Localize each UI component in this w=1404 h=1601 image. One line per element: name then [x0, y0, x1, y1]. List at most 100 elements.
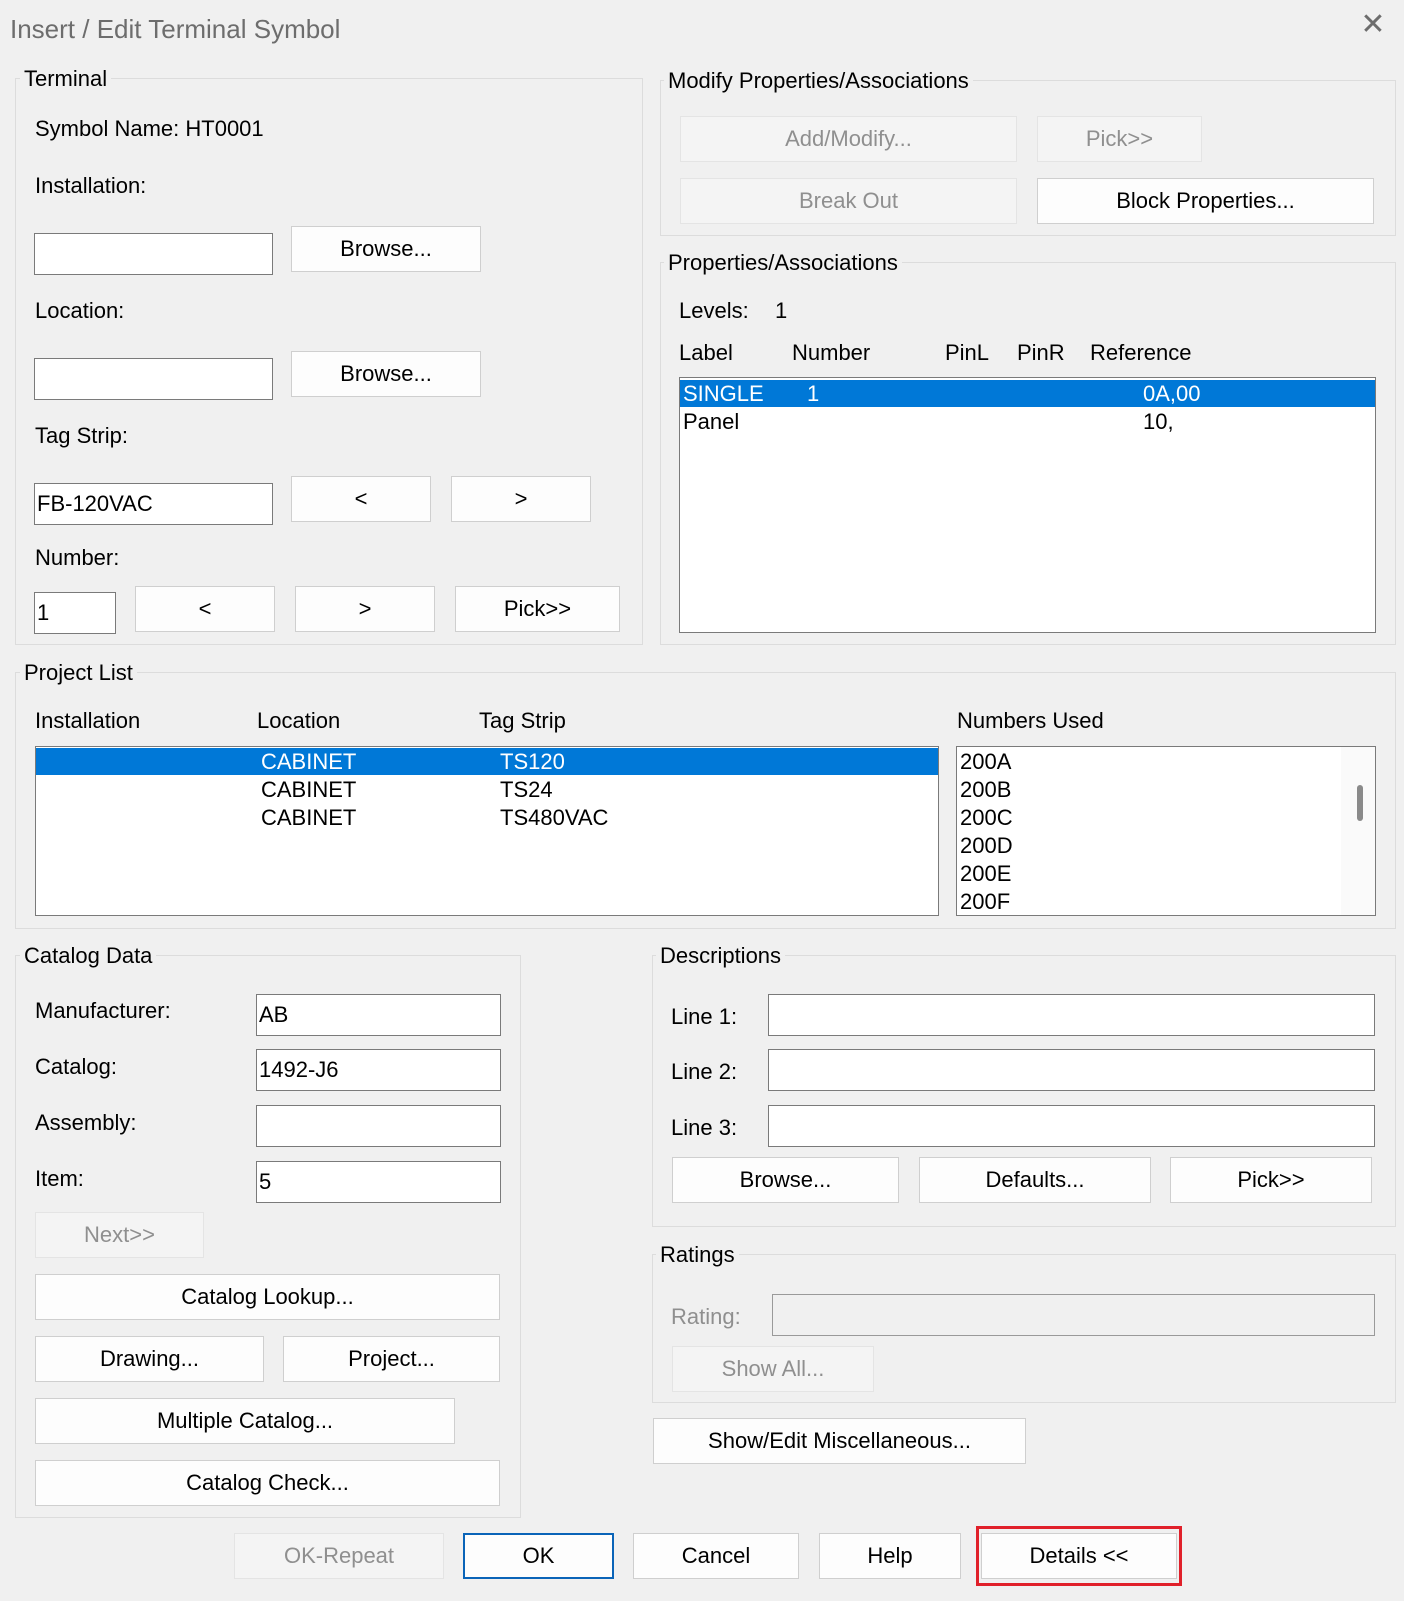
numbers-used-list[interactable]: 200A 200B 200C 200D 200E 200F [956, 746, 1376, 916]
levels-value: 1 [775, 298, 788, 323]
list-item[interactable]: 200D [957, 832, 1375, 859]
project-list-group-label: Project List [20, 660, 137, 686]
installation-field[interactable] [34, 233, 273, 275]
list-item[interactable]: 200F [957, 888, 1375, 915]
descriptions-group-label: Descriptions [656, 943, 786, 969]
modify-pick-button[interactable]: Pick>> [1037, 116, 1202, 162]
table-cell-location: CABINET [261, 805, 357, 830]
project-column-installation: Installation [35, 708, 141, 733]
numbers-used-label: Numbers Used [957, 708, 1104, 733]
defaults-button[interactable]: Defaults... [919, 1157, 1151, 1203]
table-cell-tag-strip: TS24 [500, 777, 553, 802]
list-item-text: 200A [960, 749, 1012, 774]
list-item[interactable]: SINGLE 1 0A,00 [680, 380, 1375, 407]
number-prev-button[interactable]: < [135, 586, 275, 632]
catalog-check-button[interactable]: Catalog Check... [35, 1460, 500, 1506]
location-label: Location: [35, 298, 125, 323]
list-item-label: Panel [683, 409, 740, 434]
column-header-pinl: PinL [945, 340, 990, 365]
number-field[interactable]: 1 [34, 592, 116, 634]
list-item-text: 200D [960, 833, 1013, 858]
properties-list[interactable]: SINGLE 1 0A,00 Panel 10, [679, 377, 1376, 633]
symbol-name: Symbol Name: HT0001 [35, 116, 264, 141]
location-field[interactable] [34, 358, 273, 400]
project-column-location: Location [257, 708, 341, 733]
block-properties-button[interactable]: Block Properties... [1037, 178, 1374, 224]
tag-strip-label: Tag Strip: [35, 423, 128, 448]
item-field[interactable]: 5 [256, 1161, 501, 1203]
list-item[interactable]: 200C [957, 804, 1375, 831]
table-cell-location: CABINET [261, 777, 357, 802]
properties-group-label: Properties/Associations [664, 250, 902, 276]
project-button[interactable]: Project... [283, 1336, 500, 1382]
list-item-reference: 0A,00 [1143, 381, 1201, 406]
help-button[interactable]: Help [819, 1533, 961, 1579]
list-item[interactable]: Panel 10, [680, 408, 1375, 435]
manufacturer-label: Manufacturer: [35, 998, 171, 1023]
item-label: Item: [35, 1166, 84, 1191]
column-header-reference: Reference [1090, 340, 1192, 365]
catalog-next-button[interactable]: Next>> [35, 1212, 204, 1258]
number-next-button[interactable]: > [295, 586, 435, 632]
project-list[interactable]: CABINET TS120 CABINET TS24 CABINET TS480… [35, 746, 939, 916]
tag-strip-prev-button[interactable]: < [291, 476, 431, 522]
line3-field[interactable] [768, 1105, 1375, 1147]
drawing-button[interactable]: Drawing... [35, 1336, 264, 1382]
ok-repeat-button[interactable]: OK-Repeat [234, 1533, 444, 1579]
table-cell-tag-strip: TS480VAC [500, 805, 609, 830]
installation-label: Installation: [35, 173, 147, 198]
show-all-button[interactable]: Show All... [672, 1346, 874, 1392]
table-row[interactable]: CABINET TS120 [36, 748, 938, 775]
line3-label: Line 3: [671, 1115, 738, 1140]
show-edit-misc-button[interactable]: Show/Edit Miscellaneous... [653, 1418, 1026, 1464]
number-pick-button[interactable]: Pick>> [455, 586, 620, 632]
line1-label: Line 1: [671, 1004, 738, 1029]
catalog-group-label: Catalog Data [20, 943, 157, 969]
catalog-label: Catalog: [35, 1054, 117, 1079]
cancel-button[interactable]: Cancel [633, 1533, 799, 1579]
list-item-reference: 10, [1143, 409, 1174, 434]
installation-browse-button[interactable]: Browse... [291, 226, 481, 272]
tag-strip-next-button[interactable]: > [451, 476, 591, 522]
table-cell-tag-strip: TS120 [500, 749, 565, 774]
ratings-group-label: Ratings [656, 1242, 739, 1268]
numbers-scrollbar[interactable] [1341, 747, 1375, 915]
rating-label: Rating: [671, 1304, 741, 1329]
catalog-field[interactable]: 1492-J6 [256, 1049, 501, 1091]
list-item-text: 200E [960, 861, 1012, 886]
manufacturer-field[interactable]: AB [256, 994, 501, 1036]
column-header-pinr: PinR [1017, 340, 1065, 365]
tag-strip-field[interactable]: FB-120VAC [34, 483, 273, 525]
rating-field[interactable] [772, 1294, 1375, 1336]
list-item[interactable]: 200B [957, 776, 1375, 803]
list-item[interactable]: 200E [957, 860, 1375, 887]
list-item-label: SINGLE [683, 381, 764, 406]
window-title: Insert / Edit Terminal Symbol [10, 14, 341, 44]
location-browse-button[interactable]: Browse... [291, 351, 481, 397]
multiple-catalog-button[interactable]: Multiple Catalog... [35, 1398, 455, 1444]
break-out-button[interactable]: Break Out [680, 178, 1017, 224]
assembly-label: Assembly: [35, 1110, 137, 1135]
add-modify-button[interactable]: Add/Modify... [680, 116, 1017, 162]
descriptions-pick-button[interactable]: Pick>> [1170, 1157, 1372, 1203]
catalog-lookup-button[interactable]: Catalog Lookup... [35, 1274, 500, 1320]
table-row[interactable]: CABINET TS24 [36, 776, 938, 803]
list-item[interactable]: 200A [957, 748, 1375, 775]
numbers-scrollbar-thumb[interactable] [1357, 785, 1363, 821]
descriptions-browse-button[interactable]: Browse... [672, 1157, 899, 1203]
project-column-tag-strip: Tag Strip [479, 708, 566, 733]
number-label: Number: [35, 545, 120, 570]
details-highlight-box [976, 1526, 1182, 1586]
list-item-text: 200F [960, 889, 1011, 914]
column-header-label: Label [679, 340, 733, 365]
table-cell-location: CABINET [261, 749, 357, 774]
ok-button[interactable]: OK [463, 1533, 614, 1579]
line2-label: Line 2: [671, 1059, 738, 1084]
list-item-text: 200C [960, 805, 1013, 830]
close-icon[interactable]: ✕ [1358, 10, 1388, 40]
assembly-field[interactable] [256, 1105, 501, 1147]
list-item-text: 200B [960, 777, 1012, 802]
line1-field[interactable] [768, 994, 1375, 1036]
line2-field[interactable] [768, 1049, 1375, 1091]
table-row[interactable]: CABINET TS480VAC [36, 804, 938, 831]
